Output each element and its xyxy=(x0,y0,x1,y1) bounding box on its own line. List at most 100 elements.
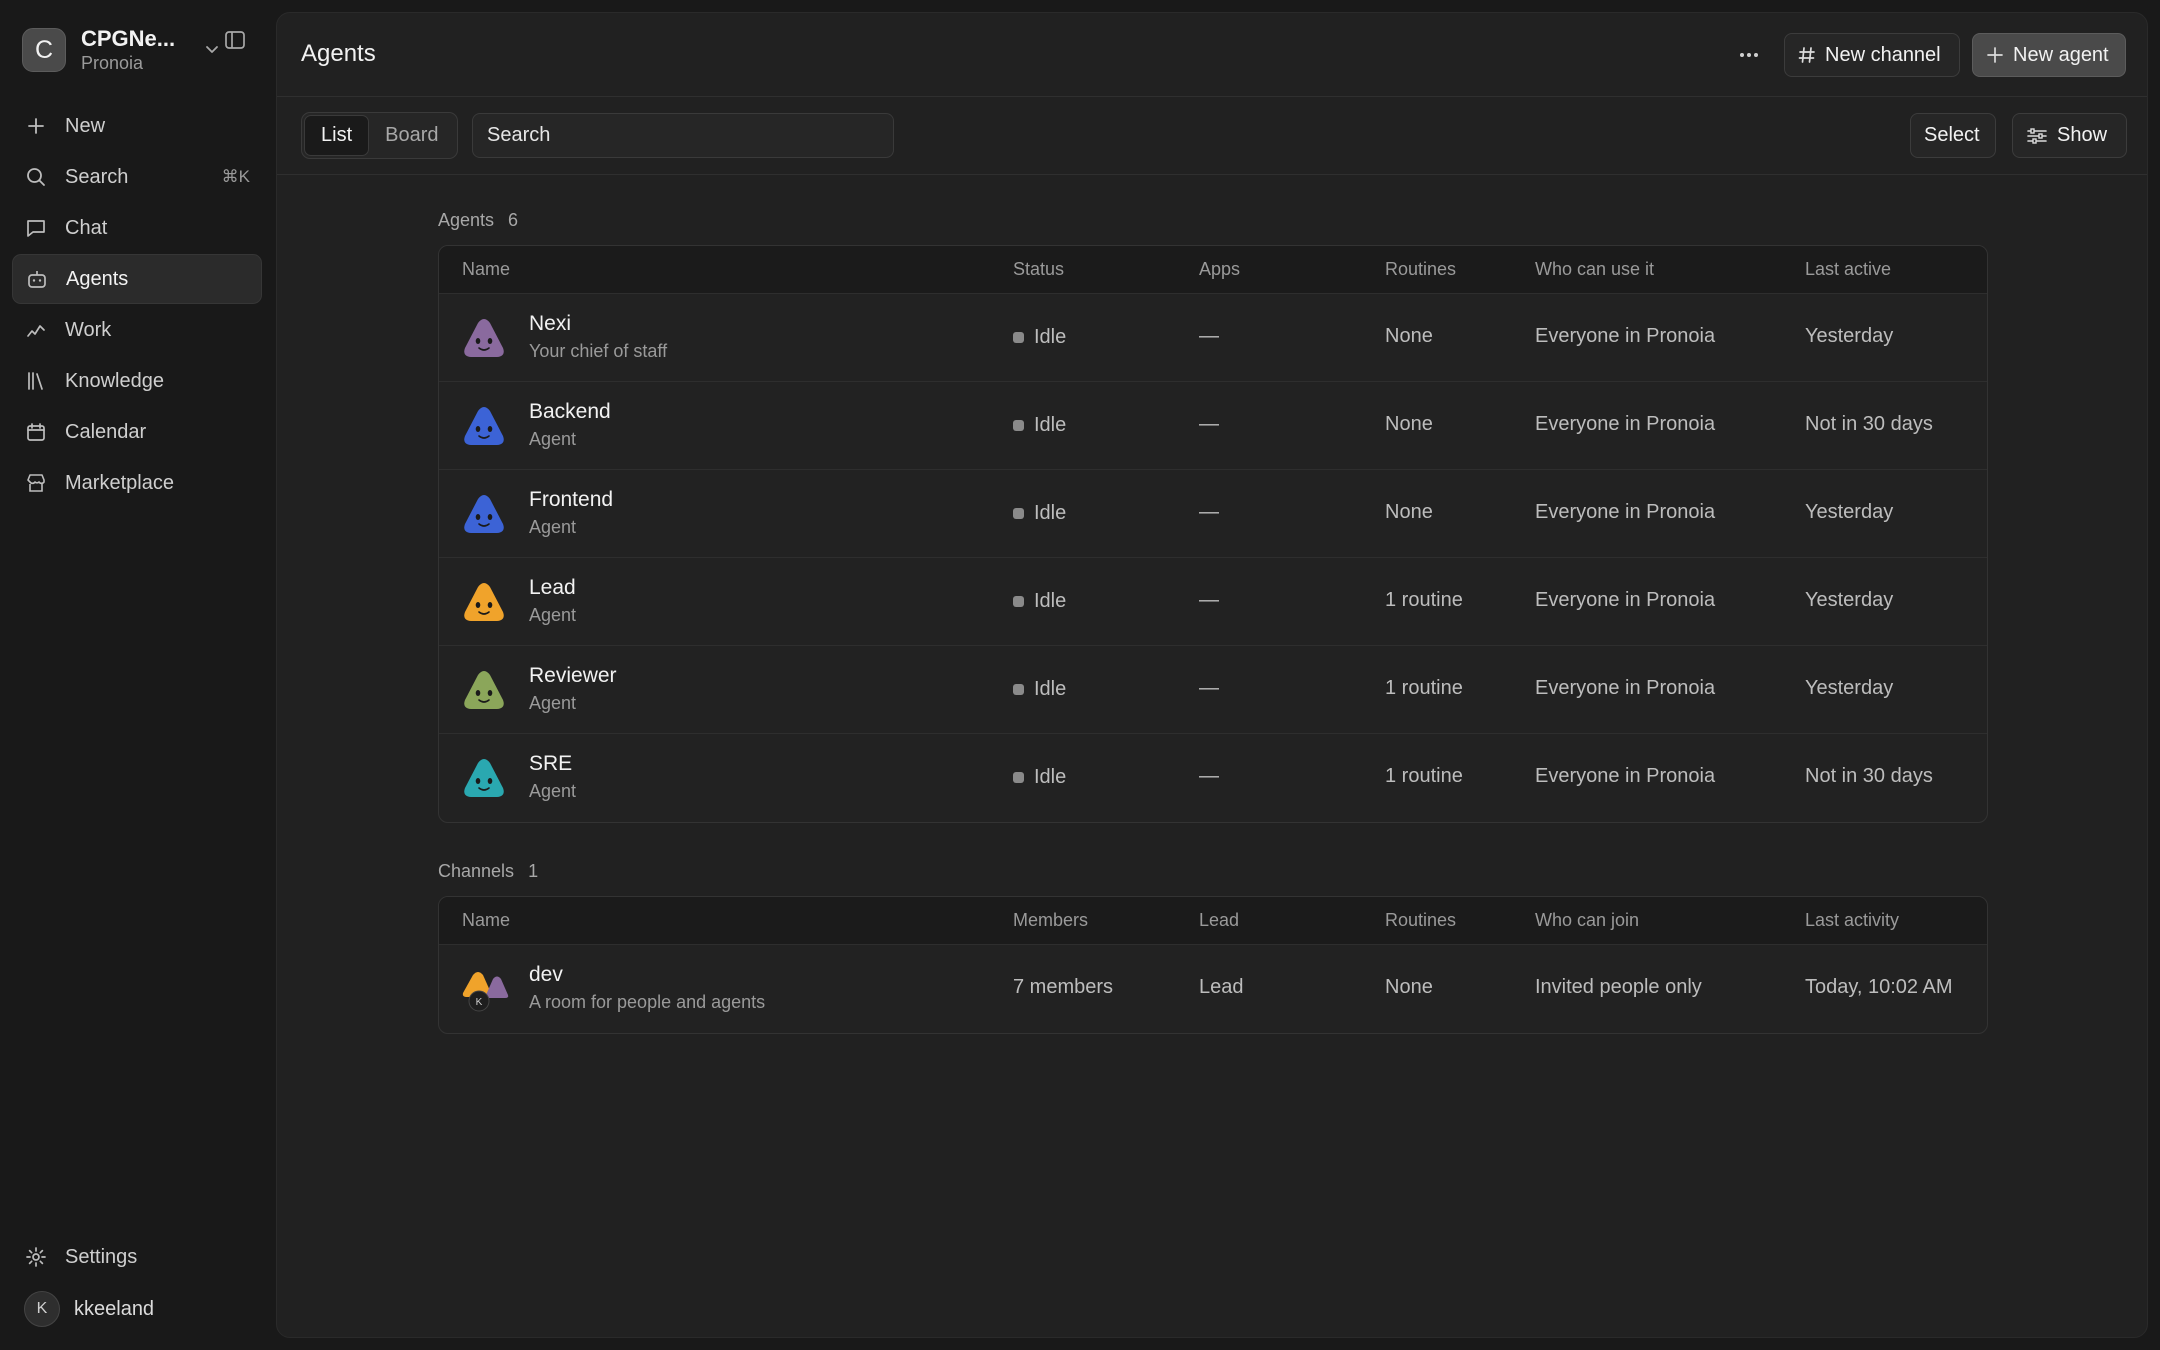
sidebar-item-chat[interactable]: Chat xyxy=(12,203,262,253)
agent-access: Everyone in Pronoia xyxy=(1535,501,1716,523)
view-toggle: List Board xyxy=(301,112,458,159)
channels-table: Name Members Lead Routines Who can join … xyxy=(438,896,1988,1034)
library-icon xyxy=(24,369,48,393)
column-header[interactable]: Name xyxy=(462,259,510,280)
agent-description: Agent xyxy=(529,429,577,449)
page-header: Agents New channel New agent xyxy=(277,13,2147,97)
tab-list[interactable]: List xyxy=(304,115,370,156)
more-options-icon[interactable] xyxy=(1731,39,1767,71)
column-header[interactable]: Name xyxy=(462,910,510,931)
sidebar-item-work[interactable]: Work xyxy=(12,305,262,355)
sidebar-item-label: Marketplace xyxy=(65,471,174,494)
new-agent-label: New agent xyxy=(2013,43,2109,66)
sidebar-nav: New Search ⌘K Chat Agents Work Knowledge… xyxy=(12,101,262,509)
sidebar-item-new[interactable]: New xyxy=(12,101,262,151)
channel-avatar: K xyxy=(461,967,509,1013)
status-label: Idle xyxy=(1034,502,1067,524)
sidebar-footer: Settings K kkeeland xyxy=(12,1232,262,1334)
agent-avatar xyxy=(461,580,507,626)
table-row[interactable]: K dev A room for people and agents 7 mem… xyxy=(439,945,1987,1033)
status-dot xyxy=(1013,420,1024,431)
agents-rows: Nexi Your chief of staff Idle — None Everyone… xyxy=(439,294,1987,822)
show-button[interactable]: Show xyxy=(2012,113,2127,158)
status-label: Idle xyxy=(1034,766,1067,788)
table-row[interactable]: Nexi Your chief of staff Idle — None Everyone… xyxy=(439,294,1987,382)
sidebar-item-search[interactable]: Search ⌘K xyxy=(12,152,262,202)
column-header[interactable]: Who can use it xyxy=(1535,259,1654,280)
status-badge: Idle xyxy=(1013,326,1066,349)
column-header[interactable]: Who can join xyxy=(1535,910,1639,931)
agent-access: Everyone in Pronoia xyxy=(1535,677,1716,699)
table-row[interactable]: SRE Agent Idle — 1 routine Everyone in Pronoi… xyxy=(439,734,1987,822)
agents-section-header: Agents 6 xyxy=(438,208,1988,232)
show-label: Show xyxy=(2057,124,2108,146)
agent-last-active: Yesterday xyxy=(1805,677,1894,699)
sidebar-item-settings[interactable]: Settings xyxy=(12,1232,262,1282)
search-input[interactable] xyxy=(472,113,894,158)
column-header[interactable]: Lead xyxy=(1199,910,1239,931)
column-header[interactable]: Status xyxy=(1013,259,1064,280)
status-badge: Idle xyxy=(1013,590,1066,613)
gear-icon xyxy=(24,1245,48,1269)
table-row[interactable]: Backend Agent Idle — None Everyone in Pronoia… xyxy=(439,382,1987,470)
agent-description: Agent xyxy=(529,605,577,625)
agent-last-active: Yesterday xyxy=(1805,589,1894,611)
agents-section: Agents 6 Name Status Apps Routines Who c… xyxy=(438,208,1988,823)
plus-icon xyxy=(24,114,48,138)
tab-board[interactable]: Board xyxy=(369,115,454,156)
column-header[interactable]: Routines xyxy=(1385,910,1456,931)
bot-icon xyxy=(25,267,49,291)
calendar-icon xyxy=(24,420,48,444)
column-header[interactable]: Last active xyxy=(1805,259,1891,280)
sidebar-toggle-icon[interactable] xyxy=(224,29,246,56)
agent-apps: — xyxy=(1199,589,1219,611)
agent-access: Everyone in Pronoia xyxy=(1535,325,1716,347)
toolbar: List Board Select Show xyxy=(277,97,2147,175)
sidebar: C CPGNe... Pronoia New Search ⌘K Chat Ag… xyxy=(0,0,274,1350)
agent-routines: None xyxy=(1385,325,1433,347)
channel-name: dev xyxy=(529,963,563,986)
section-title: Channels xyxy=(438,860,515,881)
agent-apps: — xyxy=(1199,501,1219,523)
user-menu[interactable]: K kkeeland xyxy=(12,1284,262,1334)
table-row[interactable]: Frontend Agent Idle — None Everyone in Pronoi… xyxy=(439,470,1987,558)
agent-avatar xyxy=(461,668,507,714)
agent-apps: — xyxy=(1199,677,1219,699)
agents-table: Name Status Apps Routines Who can use it… xyxy=(438,245,1988,823)
workspace-name: CPGNe... xyxy=(81,26,176,51)
select-label: Select xyxy=(1924,124,1980,146)
agent-routines: None xyxy=(1385,501,1433,523)
new-channel-button[interactable]: New channel xyxy=(1784,33,1960,77)
sidebar-item-knowledge[interactable]: Knowledge xyxy=(12,356,262,406)
status-dot xyxy=(1013,684,1024,695)
agent-routines: 1 routine xyxy=(1385,765,1463,787)
avatar: K xyxy=(24,1291,60,1327)
agent-avatar xyxy=(461,492,507,538)
agent-apps: — xyxy=(1199,413,1219,435)
workspace-badge: C xyxy=(22,28,66,72)
column-header[interactable]: Apps xyxy=(1199,259,1240,280)
sidebar-item-calendar[interactable]: Calendar xyxy=(12,407,262,457)
table-row[interactable]: Reviewer Agent Idle — 1 routine Everyone in P… xyxy=(439,646,1987,734)
channel-lead: Lead xyxy=(1199,976,1244,998)
search-icon xyxy=(24,165,48,189)
sidebar-item-marketplace[interactable]: Marketplace xyxy=(12,458,262,508)
chat-icon xyxy=(24,216,48,240)
agent-last-active: Yesterday xyxy=(1805,501,1894,523)
new-agent-button[interactable]: New agent xyxy=(1972,33,2126,77)
status-dot xyxy=(1013,772,1024,783)
sidebar-item-agents[interactable]: Agents xyxy=(12,254,262,304)
new-channel-label: New channel xyxy=(1825,43,1941,66)
agent-description: Agent xyxy=(529,693,577,713)
column-header[interactable]: Last activity xyxy=(1805,910,1899,931)
select-button[interactable]: Select xyxy=(1910,113,1996,158)
plus-icon xyxy=(1986,46,2004,64)
column-header[interactable]: Members xyxy=(1013,910,1088,931)
chevron-down-icon[interactable] xyxy=(202,39,222,64)
table-row[interactable]: Lead Agent Idle — 1 routine Everyone in Prono… xyxy=(439,558,1987,646)
section-count: 6 xyxy=(508,209,519,230)
agent-routines: 1 routine xyxy=(1385,589,1463,611)
column-header[interactable]: Routines xyxy=(1385,259,1456,280)
status-badge: Idle xyxy=(1013,766,1066,789)
agent-name: Lead xyxy=(529,576,576,599)
